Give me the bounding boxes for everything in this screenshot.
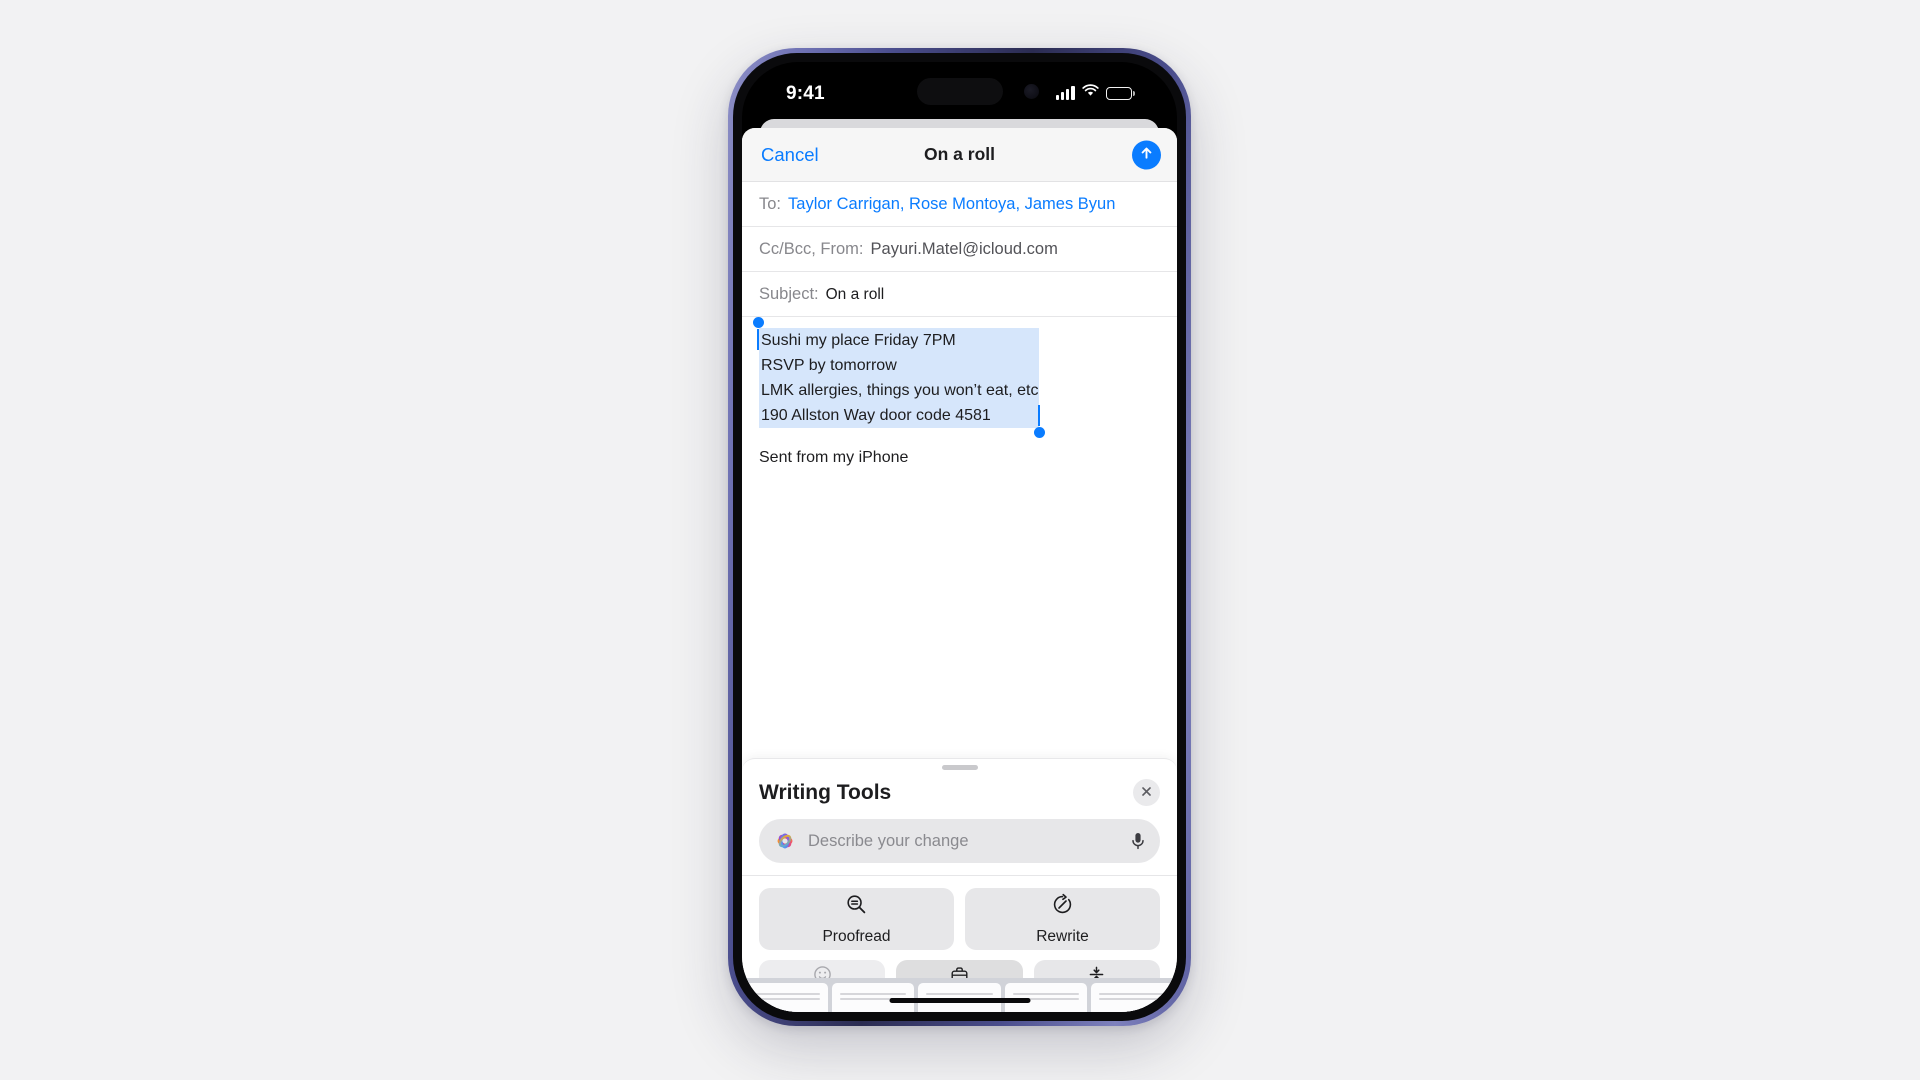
close-x-icon	[1140, 785, 1153, 801]
ccbcc-from-field-value[interactable]: Payuri.Matel@icloud.com	[871, 240, 1058, 259]
status-bar: 9:41	[742, 62, 1177, 124]
home-indicator[interactable]	[889, 998, 1030, 1003]
compose-email-sheet: Cancel On a roll To: Taylor Carrigan, Ro…	[742, 128, 1177, 1012]
keyboard-key[interactable]	[1090, 983, 1174, 1012]
microphone-icon[interactable]	[1130, 831, 1146, 851]
writing-tools-grabber-handle[interactable]	[941, 765, 978, 770]
keyboard-peek[interactable]	[742, 978, 1177, 1012]
close-button[interactable]	[1133, 779, 1160, 806]
body-line: 190 Allston Way door code 4581	[761, 407, 991, 425]
ccbcc-from-field-row[interactable]: Cc/Bcc, From: Payuri.Matel@icloud.com	[742, 227, 1177, 272]
writing-tools-panel: Writing Tools Describe your change Proof…	[742, 758, 1177, 1012]
iphone-device-frame: 9:41 Cancel On a roll To: Taylor Carriga…	[728, 48, 1191, 1026]
compose-nav-bar: Cancel On a roll	[742, 128, 1177, 182]
front-camera-icon	[1023, 84, 1039, 99]
ccbcc-from-field-label: Cc/Bcc, From:	[759, 240, 864, 258]
describe-change-input[interactable]	[808, 831, 1119, 851]
wifi-icon	[1081, 84, 1099, 102]
subject-field-value[interactable]: On a roll	[826, 286, 885, 304]
selection-caret-start	[757, 329, 759, 350]
primary-actions-row: Proofread Rewrite	[759, 888, 1160, 950]
email-body-area[interactable]: Sushi my place Friday 7PM RSVP by tomorr…	[742, 317, 1177, 758]
keyboard-key[interactable]	[746, 983, 829, 1012]
apple-intelligence-icon	[773, 829, 797, 853]
proofread-button[interactable]: Proofread	[759, 888, 954, 950]
send-arrow-up-icon	[1138, 145, 1155, 165]
battery-full-icon	[1105, 86, 1135, 100]
subject-field-row[interactable]: Subject: On a roll	[742, 272, 1177, 317]
dynamic-island	[916, 78, 1003, 105]
cancel-button[interactable]: Cancel	[759, 142, 821, 168]
to-field-row[interactable]: To: Taylor Carrigan, Rose Montoya, James…	[742, 182, 1177, 227]
selection-handle-start[interactable]	[753, 317, 764, 328]
body-line: Sushi my place Friday 7PM	[761, 332, 956, 349]
to-field-label: To:	[759, 195, 782, 213]
body-line: LMK allergies, things you won’t eat, etc	[761, 382, 1039, 400]
describe-change-row[interactable]	[759, 819, 1160, 863]
rewrite-circular-arrow-icon	[1051, 893, 1074, 921]
to-field-value[interactable]: Taylor Carrigan, Rose Montoya, James Byu…	[788, 195, 1115, 214]
rewrite-button-label: Rewrite	[1036, 927, 1089, 945]
status-bar-time: 9:41	[786, 83, 825, 104]
phone-bezel: 9:41 Cancel On a roll To: Taylor Carriga…	[733, 53, 1186, 1021]
rewrite-button[interactable]: Rewrite	[965, 888, 1160, 950]
selection-caret-end	[1038, 405, 1041, 427]
body-line: RSVP by tomorrow	[761, 357, 897, 375]
status-bar-icons	[1055, 84, 1135, 102]
panel-divider	[742, 875, 1177, 876]
phone-screen: 9:41 Cancel On a roll To: Taylor Carriga…	[742, 62, 1177, 1012]
subject-field-label: Subject:	[759, 285, 819, 303]
writing-tools-title: Writing Tools	[759, 780, 892, 804]
send-button[interactable]	[1132, 140, 1161, 169]
proofread-magnifier-icon	[845, 893, 868, 921]
email-signature: Sent from my iPhone	[759, 449, 909, 467]
compose-title: On a roll	[924, 144, 995, 164]
proofread-button-label: Proofread	[822, 927, 891, 945]
writing-tools-header: Writing Tools	[759, 779, 1160, 806]
selected-text-block[interactable]: Sushi my place Friday 7PM RSVP by tomorr…	[753, 317, 1046, 439]
selection-handle-end[interactable]	[1034, 427, 1046, 439]
cellular-signal-icon	[1055, 86, 1075, 100]
